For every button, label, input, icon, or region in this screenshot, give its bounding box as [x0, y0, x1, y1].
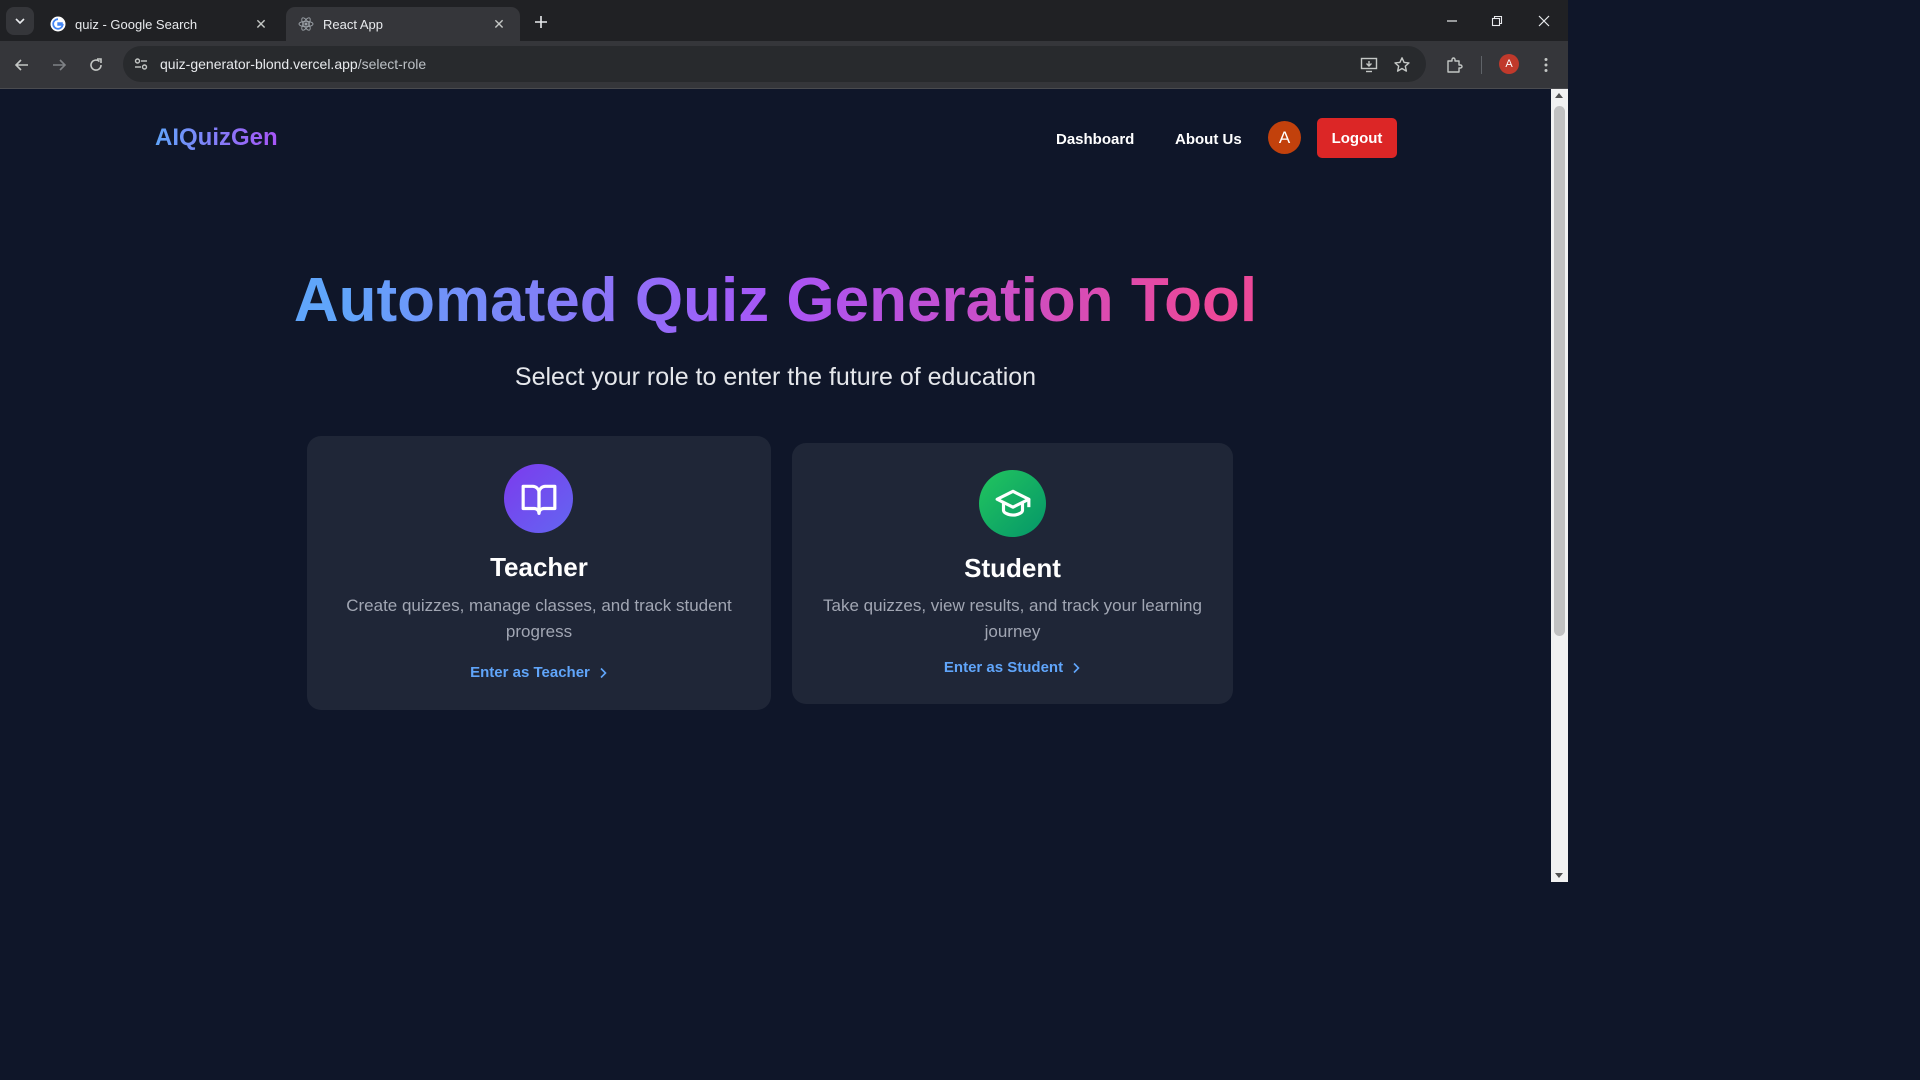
- enter-as-teacher-link[interactable]: Enter as Teacher: [307, 664, 771, 681]
- google-icon: [50, 16, 66, 32]
- minimize-button[interactable]: [1439, 8, 1465, 34]
- toolbar-divider: [1481, 56, 1482, 74]
- site-info-icon[interactable]: [130, 53, 152, 75]
- browser-toolbar: quiz-generator-blond.vercel.app/select-r…: [0, 41, 1568, 89]
- url-text[interactable]: quiz-generator-blond.vercel.app/select-r…: [160, 56, 426, 72]
- nav-link-about-us[interactable]: About Us: [1175, 131, 1242, 148]
- enter-as-student-link[interactable]: Enter as Student: [792, 659, 1233, 676]
- teacher-role-card[interactable]: Teacher Create quizzes, manage classes, …: [307, 436, 771, 710]
- tab-title: quiz - Google Search: [75, 16, 198, 32]
- plus-icon: [535, 16, 547, 28]
- react-icon: [298, 16, 314, 32]
- browser-tab-bar: quiz - Google Search ✕ React App ✕: [0, 0, 1568, 41]
- profile-avatar[interactable]: A: [1499, 54, 1519, 74]
- nav-link-dashboard[interactable]: Dashboard: [1056, 131, 1134, 148]
- tab-react-app[interactable]: React App ✕: [286, 7, 520, 41]
- student-title: Student: [964, 553, 1061, 583]
- arrow-left-icon: [14, 59, 28, 71]
- book-open-icon: [504, 464, 573, 533]
- enter-as-student-label: Enter as Student: [943, 659, 1064, 676]
- graduation-cap-icon: [979, 470, 1046, 537]
- url-host: quiz-generator-blond.vercel.app: [160, 56, 358, 72]
- close-icon[interactable]: ✕: [252, 15, 270, 33]
- tab-title: React App: [323, 16, 383, 32]
- reload-button[interactable]: [82, 51, 110, 79]
- back-button[interactable]: [8, 51, 36, 79]
- page-subtitle: Select your role to enter the future of …: [514, 363, 1037, 391]
- restore-icon: [1491, 15, 1503, 27]
- teacher-title: Teacher: [490, 552, 588, 582]
- address-bar[interactable]: quiz-generator-blond.vercel.app/select-r…: [123, 46, 1426, 82]
- chevron-down-icon: [15, 18, 25, 25]
- restore-button[interactable]: [1484, 8, 1510, 34]
- forward-button[interactable]: [45, 51, 73, 79]
- tab-search-button[interactable]: [6, 7, 34, 35]
- scroll-up-icon[interactable]: [1555, 93, 1563, 98]
- tab-google-search[interactable]: quiz - Google Search ✕: [38, 7, 282, 41]
- kebab-menu-icon[interactable]: [1533, 52, 1559, 78]
- teacher-description: Create quizzes, manage classes, and trac…: [346, 596, 732, 641]
- arrow-right-icon: [53, 59, 67, 71]
- close-icon[interactable]: ✕: [490, 15, 508, 33]
- reload-icon: [90, 58, 102, 71]
- close-window-button[interactable]: [1531, 8, 1557, 34]
- page-scrollbar[interactable]: [1551, 89, 1568, 882]
- bookmark-star-icon[interactable]: [1390, 53, 1414, 77]
- scrollbar-thumb[interactable]: [1554, 106, 1565, 636]
- extensions-icon[interactable]: [1441, 52, 1467, 78]
- install-app-icon[interactable]: [1357, 53, 1381, 77]
- new-tab-button[interactable]: [528, 9, 554, 35]
- enter-as-teacher-label: Enter as Teacher: [470, 664, 590, 681]
- student-role-card[interactable]: Student Take quizzes, view results, and …: [792, 443, 1233, 704]
- url-path: /select-role: [357, 56, 427, 72]
- user-avatar[interactable]: A: [1268, 121, 1301, 154]
- minimize-icon: [1447, 20, 1457, 22]
- logout-button[interactable]: Logout: [1317, 118, 1397, 158]
- app-logo[interactable]: AIQuizGen: [155, 124, 278, 152]
- chevron-right-icon: [600, 667, 607, 678]
- page-viewport: AIQuizGen Dashboard About Us A Logout Au…: [0, 89, 1551, 882]
- page-title: Automated Quiz Generation Tool: [0, 265, 1551, 337]
- chevron-right-icon: [1073, 662, 1080, 673]
- student-description: Take quizzes, view results, and track yo…: [823, 596, 1202, 641]
- close-icon: [1538, 15, 1550, 27]
- scroll-down-icon[interactable]: [1555, 873, 1563, 878]
